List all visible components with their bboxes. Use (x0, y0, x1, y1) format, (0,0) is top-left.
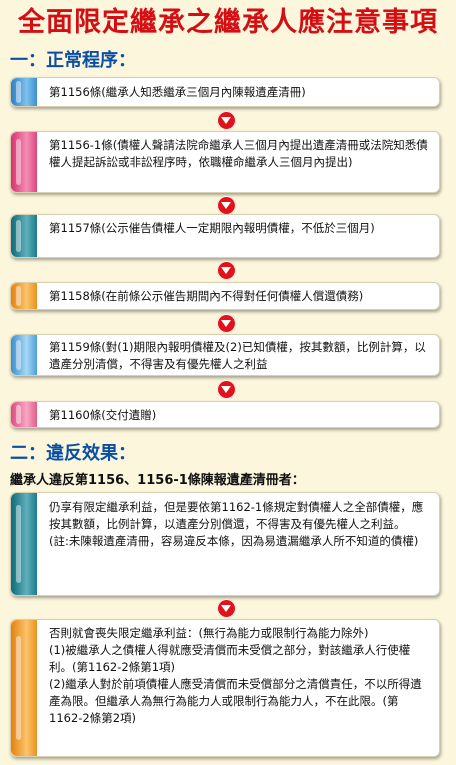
effect-paragraph: 仍享有限定繼承利益，但是要依第1162-1條規定對債權人之全部債權，應按其數額，… (49, 500, 424, 531)
step-tab-marker (11, 402, 37, 427)
section-heading-normal-procedure: 一：正常程序： (10, 50, 136, 71)
step-text: 第1156條(繼承人知悉繼承三個月內陳報遺產清冊) (49, 85, 306, 99)
step-box-1158: 第1158條(在前條公示催告期間內不得對任何債權人償還債務) (10, 282, 440, 310)
step-tab-marker (11, 283, 37, 309)
step-text: 第1160條(交付遺贈) (49, 408, 157, 422)
effect-tab-marker (11, 620, 37, 756)
down-arrow-icon (217, 599, 236, 618)
effect-paragraph: 否則就會喪失限定繼承利益：(無行為能力或限制行為能力除外) (49, 626, 369, 640)
section-heading-violation-effects: 二：違反效果： (10, 443, 136, 464)
effect-text: 否則就會喪失限定繼承利益：(無行為能力或限制行為能力除外) (1)被繼承人之債權… (49, 625, 431, 727)
page-title: 全面限定繼承之繼承人應注意事項 (18, 7, 438, 38)
effect-tab-marker (11, 493, 37, 595)
step-text: 第1156-1條(債權人聲請法院命繼承人三個月內提出遺產清冊或法院知悉債權人提起… (49, 138, 428, 169)
effect-box-retain-benefit: 仍享有限定繼承利益，但是要依第1162-1條規定對債權人之全部債權，應按其數額，… (10, 492, 440, 596)
step-tab-marker (11, 215, 37, 257)
step-box-1156: 第1156條(繼承人知悉繼承三個月內陳報遺產清冊) (10, 77, 440, 107)
step-box-1160: 第1160條(交付遺贈) (10, 401, 440, 428)
section-subheading: 繼承人違反第1156、1156-1條陳報遺產清冊者： (10, 473, 305, 488)
step-tab-marker (11, 132, 37, 192)
down-arrow-icon (217, 261, 236, 280)
effect-note: (註:未陳報遺產清冊，容易違反本條，因為易遺漏繼承人所不知道的債權) (49, 534, 419, 548)
down-arrow-icon (217, 380, 236, 399)
step-box-1156-1: 第1156-1條(債權人聲請法院命繼承人三個月內提出遺產清冊或法院知悉債權人提起… (10, 131, 440, 193)
effect-box-lose-benefit: 否則就會喪失限定繼承利益：(無行為能力或限制行為能力除外) (1)被繼承人之債權… (10, 619, 440, 757)
effect-item-1: (1)被繼承人之債權人得就應受清償而未受償之部分，對該繼承人行使權利。(第116… (49, 643, 411, 674)
down-arrow-icon (217, 111, 236, 130)
effect-text: 仍享有限定繼承利益，但是要依第1162-1條規定對債權人之全部債權，應按其數額，… (49, 499, 431, 550)
down-arrow-icon (217, 314, 236, 333)
down-arrow-icon (217, 196, 236, 215)
step-text: 第1159條(對(1)期限內報明債權及(2)已知債權，按其數額，比例計算，以遺產… (49, 340, 426, 371)
step-tab-marker (11, 335, 37, 375)
step-tab-marker (11, 78, 37, 106)
step-text: 第1158條(在前條公示催告期間內不得對任何債權人償還債務) (49, 289, 364, 303)
step-text: 第1157條(公示催告債權人一定期限內報明債權，不低於三個月) (49, 221, 375, 235)
step-box-1157: 第1157條(公示催告債權人一定期限內報明債權，不低於三個月) (10, 214, 440, 258)
effect-item-2: (2)繼承人對於前項債權人應受清償而未受償部分之清償責任，不以所得遺產為限。但繼… (49, 677, 422, 725)
step-box-1159: 第1159條(對(1)期限內報明債權及(2)已知債權，按其數額，比例計算，以遺產… (10, 334, 440, 376)
